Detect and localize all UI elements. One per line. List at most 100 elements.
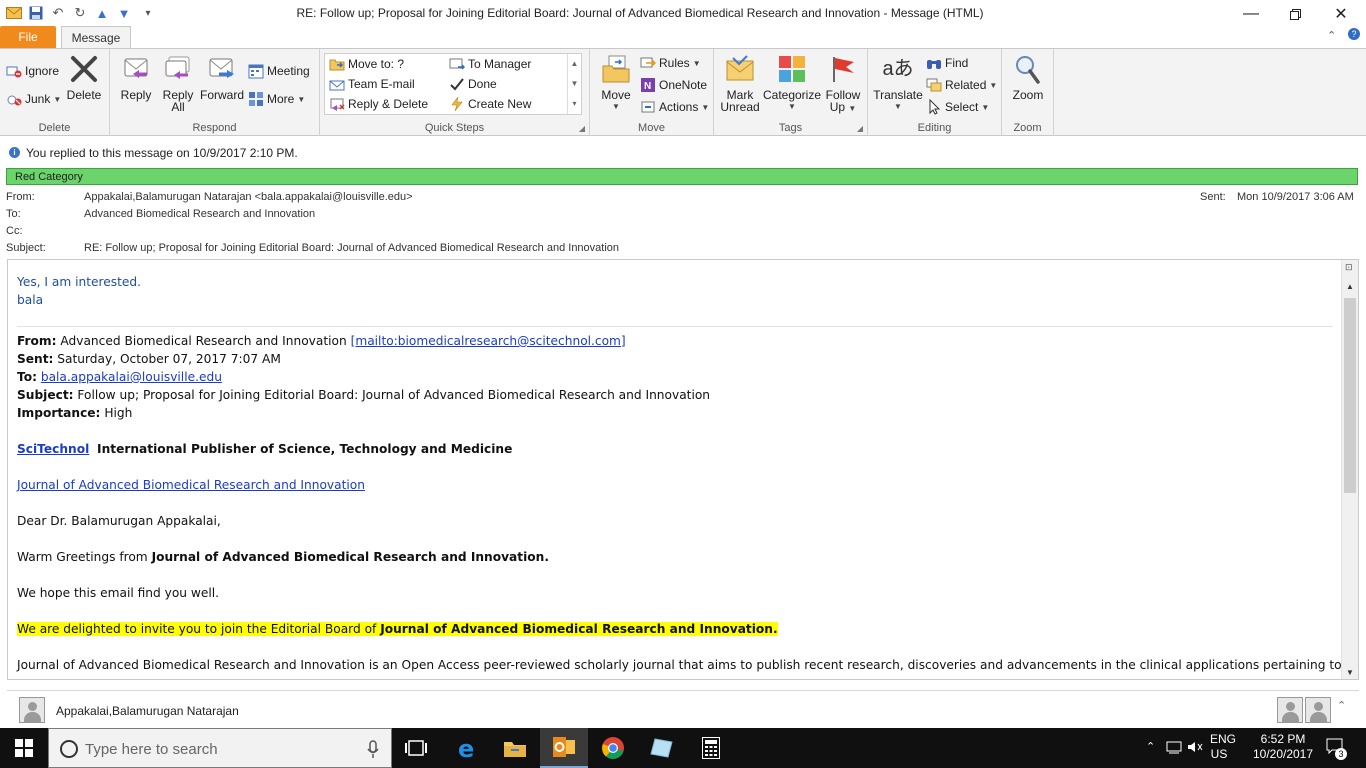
people-pane-toggle-icon[interactable]: ⌃ <box>1337 699 1346 712</box>
window-title: RE: Follow up; Proposal for Joining Edit… <box>296 6 984 20</box>
customize-qat-icon[interactable]: ▾ <box>138 3 158 23</box>
info-icon: i <box>9 147 20 158</box>
follow-up-dropdown-icon: ▼ <box>848 104 857 113</box>
people-avatar-1[interactable] <box>1277 697 1303 723</box>
from-label: From: <box>6 191 35 203</box>
tags-launcher-icon[interactable]: ◢ <box>857 124 863 133</box>
minimize-button[interactable]: — <box>1228 0 1274 28</box>
undo-icon[interactable]: ↶ <box>48 3 68 23</box>
quick-step-done[interactable]: Done <box>449 74 497 94</box>
more-respond-button[interactable]: More ▼ <box>248 89 305 109</box>
scitechnol-link[interactable]: SciTechnol <box>17 442 89 456</box>
onenote-button[interactable]: N OneNote <box>640 75 707 95</box>
edge-browser-icon[interactable]: e <box>444 728 492 768</box>
people-pane-name[interactable]: Appakalai,Balamurugan Natarajan <box>56 704 239 718</box>
more-dropdown-icon: ▼ <box>297 94 306 104</box>
restore-button[interactable] <box>1272 0 1318 28</box>
start-windows-icon[interactable] <box>0 728 48 768</box>
title-bar: ↶ ↻ ▲ ▼ ▾ RE: Follow up; Proposal for Jo… <box>0 0 1366 26</box>
reply-line-2: bala <box>17 293 44 307</box>
chrome-icon[interactable] <box>589 728 637 768</box>
ignore-button[interactable]: Ignore <box>6 61 59 81</box>
help-icon[interactable]: ? <box>1348 28 1360 40</box>
file-explorer-icon[interactable] <box>491 728 539 768</box>
related-button[interactable]: Related ▼ <box>926 75 997 95</box>
tray-overflow-icon[interactable]: ⌃ <box>1146 740 1155 755</box>
hope-line: We hope this email find you well. <box>17 586 219 600</box>
scroll-up-arrow-icon[interactable]: ▲ <box>1346 282 1354 291</box>
move-button[interactable]: Move ▼ <box>596 53 636 113</box>
forward-button[interactable]: Forward <box>200 53 244 101</box>
quick-step-create-new[interactable]: Create New <box>449 94 531 114</box>
quick-step-move-to[interactable]: Move to: ? <box>329 54 404 74</box>
next-item-icon[interactable]: ▼ <box>114 3 134 23</box>
categorize-icon <box>776 53 808 85</box>
vertical-scrollbar[interactable]: ⊡ ▲ ▼ <box>1341 260 1358 679</box>
microphone-icon[interactable] <box>367 739 379 762</box>
mailto-link[interactable]: [mailto:biomedicalresearch@scitechnol.co… <box>351 334 626 348</box>
mark-unread-button[interactable]: Mark Unread <box>718 53 762 113</box>
translate-button[interactable]: aあ Translate ▼ <box>872 53 924 113</box>
scroll-thumb[interactable] <box>1344 298 1356 493</box>
to-value[interactable]: Advanced Biomedical Research and Innovat… <box>84 208 315 220</box>
from-value[interactable]: Appakalai,Balamurugan Natarajan <bala.ap… <box>84 191 413 203</box>
sent-label: Sent: <box>1200 191 1226 203</box>
quick-steps-gallery: Move to: ? Team E-mail Reply & Delete To… <box>324 53 582 115</box>
quick-step-reply-delete[interactable]: Reply & Delete <box>329 94 428 114</box>
people-avatar-2[interactable] <box>1305 697 1331 723</box>
meeting-button[interactable]: Meeting <box>248 61 310 81</box>
taskbar-search-box[interactable]: Type here to search <box>48 728 392 768</box>
orig-to-link[interactable]: bala.appakalai@louisville.edu <box>41 370 222 384</box>
actions-button[interactable]: Actions ▼ <box>640 97 709 117</box>
reply-all-button[interactable]: Reply All <box>158 53 198 113</box>
scroll-down-arrow-icon[interactable]: ▼ <box>1346 668 1354 677</box>
cc-label: Cc: <box>6 225 23 237</box>
to-manager-icon <box>449 56 465 72</box>
network-icon[interactable] <box>1166 740 1184 758</box>
outlook-taskbar-icon[interactable] <box>540 728 588 768</box>
reply-button[interactable]: Reply <box>116 53 156 101</box>
rules-icon <box>640 55 656 71</box>
tab-message[interactable]: Message <box>61 26 131 49</box>
info-bar: i You replied to this message on 10/9/20… <box>0 138 1366 166</box>
quick-steps-label: Quick Steps <box>424 122 485 134</box>
task-view-icon[interactable] <box>392 728 440 768</box>
save-icon[interactable] <box>26 3 46 23</box>
scroll-options-icon[interactable]: ⊡ <box>1345 262 1353 273</box>
redo-icon[interactable]: ↻ <box>70 3 90 23</box>
journal-link[interactable]: Journal of Advanced Biomedical Research … <box>17 478 365 492</box>
message-body[interactable]: Yes, I am interested. bala From: Advance… <box>7 259 1359 680</box>
calculator-icon[interactable] <box>687 728 735 768</box>
journal-link-line: Journal of Advanced Biomedical Research … <box>17 478 365 492</box>
previous-item-icon[interactable]: ▲ <box>92 3 112 23</box>
sender-avatar[interactable] <box>19 697 45 723</box>
related-icon <box>926 77 942 93</box>
categorize-button[interactable]: Categorize ▼ <box>763 53 821 113</box>
outlook-envelope-icon[interactable] <box>4 3 24 23</box>
find-button[interactable]: Find <box>926 53 968 73</box>
category-bar[interactable]: Red Category <box>6 168 1358 185</box>
close-button[interactable]: ✕ <box>1318 0 1364 28</box>
follow-up-button[interactable]: Follow Up ▼ <box>822 53 864 115</box>
language-indicator[interactable]: ENG US <box>1210 732 1236 762</box>
replied-info-text[interactable]: You replied to this message on 10/9/2017… <box>26 146 298 160</box>
move-group: Move ▼ Rules ▼ N OneNote Actions ▼ Move <box>590 49 714 136</box>
delete-x-icon <box>68 53 100 85</box>
collapse-ribbon-icon[interactable]: ⌃ <box>1327 29 1336 42</box>
notes-app-icon[interactable] <box>638 728 686 768</box>
subject-label: Subject: <box>6 242 46 254</box>
clock[interactable]: 6:52 PM 10/20/2017 <box>1250 732 1316 762</box>
zoom-button[interactable]: Zoom <box>1008 53 1048 101</box>
tab-file[interactable]: File <box>0 26 56 48</box>
select-button[interactable]: Select ▼ <box>926 97 989 117</box>
quick-steps-launcher-icon[interactable]: ◢ <box>579 124 585 133</box>
junk-button[interactable]: Junk ▼ <box>6 89 61 109</box>
move-folder-icon <box>600 53 632 85</box>
checkmark-icon <box>449 76 465 92</box>
quick-step-team-email[interactable]: Team E-mail <box>329 74 415 94</box>
volume-icon[interactable] <box>1187 740 1203 758</box>
delete-button[interactable]: Delete <box>64 53 104 101</box>
quick-step-to-manager[interactable]: To Manager <box>449 54 531 74</box>
quick-steps-scroll[interactable]: ▲ ▼ ▾ <box>567 54 581 114</box>
rules-button[interactable]: Rules ▼ <box>640 53 701 73</box>
